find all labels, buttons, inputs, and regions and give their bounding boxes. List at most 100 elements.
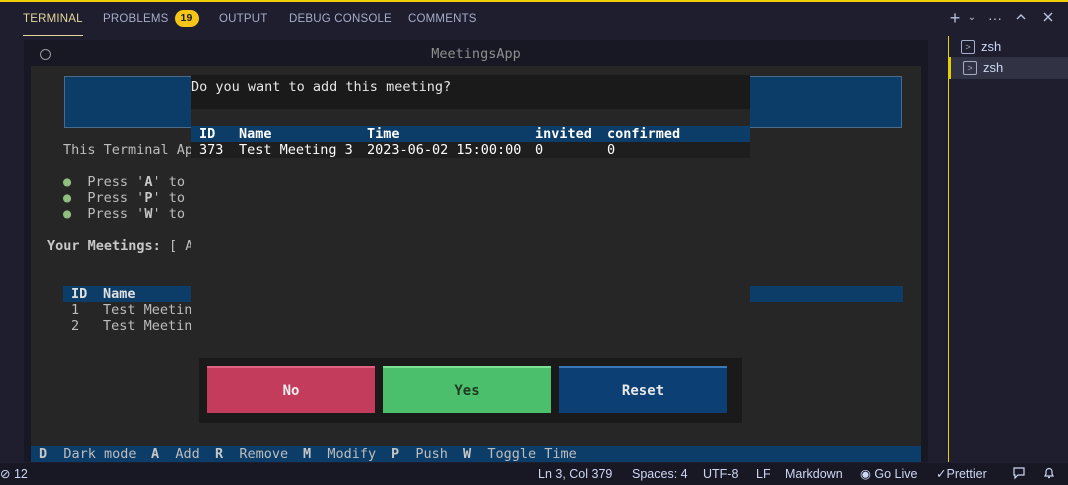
- footer-key: D: [39, 446, 48, 462]
- tab-problems[interactable]: PROBLEMS 19: [103, 2, 199, 36]
- notifications-bell-icon[interactable]: [1042, 463, 1056, 485]
- tab-output[interactable]: OUTPUT: [219, 2, 267, 36]
- terminal-list-item-selected[interactable]: > zsh: [949, 57, 1068, 79]
- indentation-status[interactable]: Spaces: 4: [632, 463, 688, 485]
- bullet-icon: ●: [63, 190, 72, 206]
- broadcast-icon: ◉: [860, 467, 871, 481]
- footer-key: M: [303, 446, 312, 462]
- column-header-time: Time: [367, 126, 400, 142]
- bullet-item: ● Press 'W' to: [63, 206, 185, 222]
- footer-binding-push[interactable]: P Push: [391, 446, 448, 462]
- footer-key: R: [215, 446, 224, 462]
- column-header-id: ID: [71, 286, 88, 302]
- tab-comments-label: COMMENTS: [408, 13, 477, 25]
- problems-status-count: 12: [13, 467, 28, 481]
- go-live-button[interactable]: ◉ Go Live: [860, 463, 918, 485]
- dialog-table-header: ID Name Time invited confirmed: [191, 126, 750, 142]
- intro-text: This Terminal Ap: [63, 142, 194, 158]
- problems-status[interactable]: ⊘ 12: [0, 463, 28, 485]
- row-confirmed: 0: [607, 142, 616, 158]
- footer-binding-modify[interactable]: M Modify: [303, 446, 376, 462]
- reset-button[interactable]: Reset: [559, 366, 727, 413]
- terminal-label: zsh: [981, 39, 1002, 54]
- error-icon: ⊘: [0, 467, 11, 481]
- check-icon: ✓: [936, 467, 947, 481]
- footer-label: Remove: [239, 446, 289, 462]
- dialog-question: Do you want to add this meeting?: [191, 75, 750, 109]
- more-icon[interactable]: ···: [985, 8, 1005, 28]
- eol-status[interactable]: LF: [756, 463, 771, 485]
- bullet-text: ' to: [152, 190, 185, 206]
- row-time: 2023-06-02 15:00:00: [367, 142, 522, 158]
- bullet-item: ● Press 'A' to: [63, 174, 185, 190]
- row-id: 2: [71, 318, 80, 334]
- go-live-label: Go Live: [874, 467, 918, 481]
- cursor-position[interactable]: Ln 3, Col 379: [538, 463, 612, 485]
- terminal-label: zsh: [983, 60, 1004, 75]
- tab-output-label: OUTPUT: [219, 13, 268, 25]
- problems-count-badge: 19: [174, 10, 199, 27]
- panel-tab-bar: TERMINAL PROBLEMS 19 OUTPUT DEBUG CONSOLE…: [0, 2, 1068, 36]
- prettier-status[interactable]: ✓Prettier: [936, 463, 987, 485]
- bullet-icon: ●: [63, 206, 72, 222]
- tab-debug-console[interactable]: DEBUG CONSOLE: [289, 2, 392, 36]
- footer-label: Dark mode: [63, 446, 137, 462]
- row-id: 1: [71, 302, 80, 318]
- footer-binding-remove[interactable]: R Remove: [215, 446, 288, 462]
- bullet-text: ' to: [152, 174, 185, 190]
- status-bar: ⊘ 12 Ln 3, Col 379 Spaces: 4 UTF-8 LF Ma…: [0, 463, 1068, 485]
- footer-binding-add[interactable]: A Add: [151, 446, 200, 462]
- terminal-icon: >: [963, 61, 977, 75]
- column-header-name: Name: [239, 126, 272, 142]
- column-header-invited: invited: [535, 126, 592, 142]
- footer-binding-toggle-time[interactable]: W Toggle Time: [463, 446, 577, 462]
- footer-key: W: [463, 446, 472, 462]
- bullet-text: Press ': [87, 206, 145, 222]
- column-header-name: Name: [103, 286, 136, 302]
- close-icon[interactable]: [1038, 8, 1058, 28]
- bullet-icon: ●: [63, 174, 72, 190]
- column-header-confirmed: confirmed: [607, 126, 681, 142]
- terminal-icon: >: [961, 40, 975, 54]
- tab-terminal[interactable]: TERMINAL: [23, 2, 83, 36]
- row-name: Test Meetin: [103, 318, 193, 334]
- row-name: Test Meeting 3: [239, 142, 353, 158]
- add-meeting-dialog: Do you want to add this meeting? ID Name…: [191, 75, 750, 435]
- tab-problems-label: PROBLEMS: [103, 13, 169, 25]
- chevron-down-icon[interactable]: ⌄: [962, 8, 982, 28]
- footer-binding-dark-mode[interactable]: D Dark mode: [39, 446, 137, 462]
- terminal-list: > zsh > zsh: [948, 36, 1068, 462]
- footer-key: P: [391, 446, 400, 462]
- footer-key: A: [151, 446, 160, 462]
- dialog-table-row: 373 Test Meeting 3 2023-06-02 15:00:00 0…: [191, 142, 750, 158]
- tab-terminal-label: TERMINAL: [23, 13, 83, 25]
- tab-comments[interactable]: COMMENTS: [408, 2, 477, 36]
- footer-label: Push: [415, 446, 448, 462]
- feedback-icon[interactable]: [1012, 463, 1026, 485]
- chevron-up-icon[interactable]: [1011, 8, 1031, 28]
- bullet-text: Press ': [87, 190, 145, 206]
- your-meetings-line: Your Meetings: [ A: [47, 238, 193, 254]
- row-invited: 0: [535, 142, 544, 158]
- column-header-id: ID: [199, 126, 216, 142]
- your-meetings-tabs: [ A: [168, 238, 194, 254]
- keybinding-footer: D Dark mode A Add R Remove M Modify P Pu…: [31, 446, 921, 462]
- bullet-text: ' to: [152, 206, 185, 222]
- footer-label: Toggle Time: [487, 446, 577, 462]
- language-mode[interactable]: Markdown: [785, 463, 843, 485]
- app-title: MeetingsApp: [431, 46, 521, 62]
- row-name: Test Meetin: [103, 302, 193, 318]
- bullet-text: Press ': [87, 174, 145, 190]
- your-meetings-label: Your Meetings:: [47, 238, 161, 254]
- prettier-label: Prettier: [946, 467, 987, 481]
- no-button[interactable]: No: [207, 366, 375, 413]
- tab-debug-console-label: DEBUG CONSOLE: [289, 13, 392, 25]
- yes-button[interactable]: Yes: [383, 366, 551, 413]
- footer-label: Modify: [327, 446, 377, 462]
- encoding-status[interactable]: UTF-8: [703, 463, 738, 485]
- footer-label: Add: [175, 446, 200, 462]
- row-id: 373: [199, 142, 224, 158]
- dialog-button-bar: No Yes Reset: [199, 358, 742, 423]
- bullet-item: ● Press 'P' to: [63, 190, 185, 206]
- terminal-list-item[interactable]: > zsh: [949, 36, 1068, 58]
